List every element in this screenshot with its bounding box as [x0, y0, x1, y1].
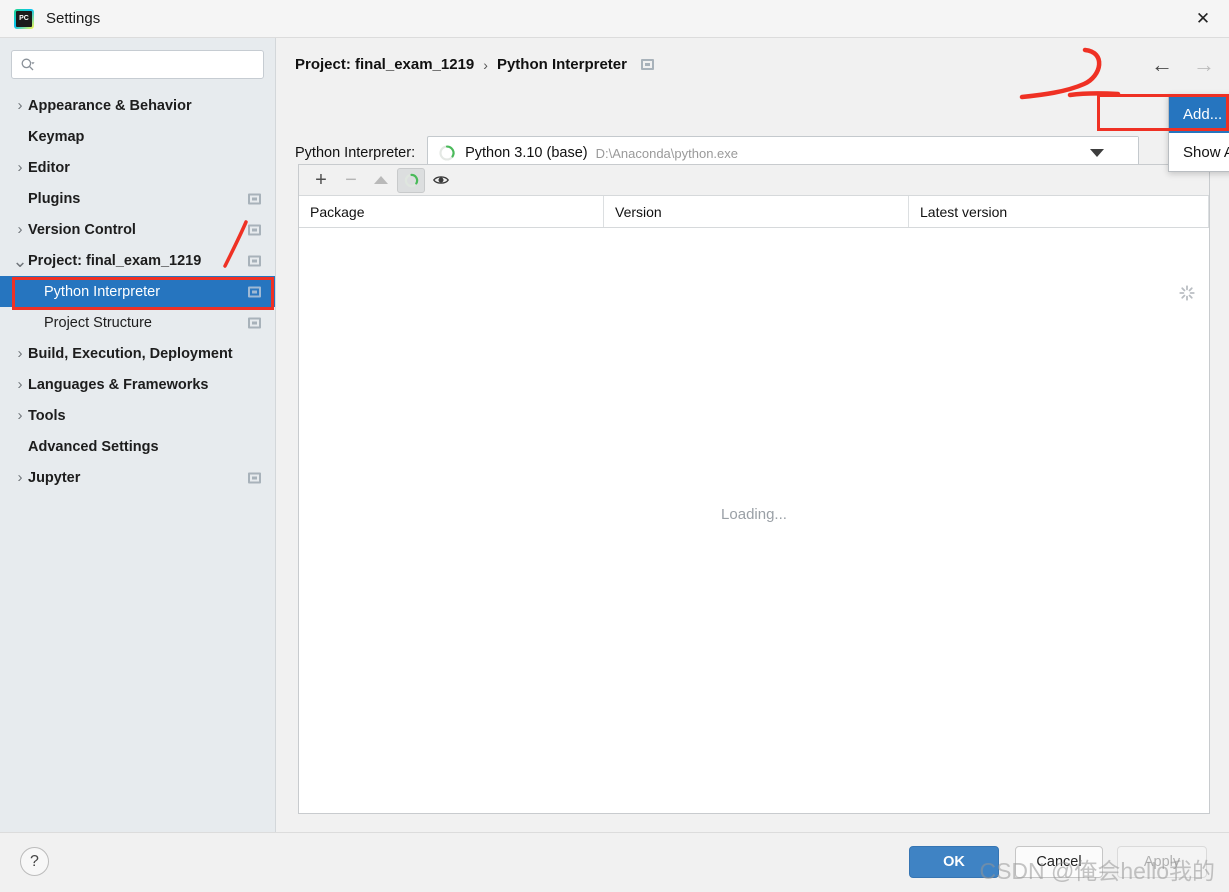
arrow-right-icon[interactable]: →: [1191, 52, 1217, 78]
window-title: Settings: [46, 10, 101, 27]
sidebar-item-label: Keymap: [28, 128, 85, 145]
eye-icon: [432, 176, 450, 184]
sidebar-item-label: Project: final_exam_1219: [28, 252, 202, 269]
chevron-down-icon: ⌄: [12, 250, 28, 271]
minus-icon: −: [345, 169, 357, 191]
chevron-right-icon: ›: [17, 221, 23, 238]
refresh-button[interactable]: [397, 167, 425, 193]
settings-tree: › Appearance & Behavior Keymap › Editor Plugi…: [0, 90, 275, 493]
project-scope-icon: [248, 472, 261, 483]
sidebar-item-label: Version Control: [28, 221, 136, 238]
sidebar-item-label: Tools: [28, 407, 66, 424]
show-early-releases-button[interactable]: [427, 168, 455, 193]
menu-item-show-all[interactable]: Show All...: [1169, 133, 1229, 171]
interpreter-label: Python Interpreter:: [295, 145, 416, 161]
project-scope-icon: [248, 286, 261, 297]
sidebar-item-label: Jupyter: [28, 469, 81, 486]
sidebar-item-version-control[interactable]: › Version Control: [0, 214, 275, 245]
interpreter-path: D:\Anaconda\python.exe: [595, 145, 739, 161]
settings-sidebar: › Appearance & Behavior Keymap › Editor Plugi…: [0, 38, 276, 832]
refresh-spinner-icon: [404, 173, 418, 187]
sidebar-item-editor[interactable]: › Editor: [0, 152, 275, 183]
dialog-footer: ? OK Cancel Apply: [0, 832, 1229, 892]
project-scope-icon: [248, 317, 261, 328]
chevron-right-icon: ›: [17, 345, 23, 362]
settings-content: Project: final_exam_1219 › Python Interp…: [277, 38, 1229, 832]
packages-toolbar: + −: [299, 165, 1209, 196]
search-input[interactable]: [40, 56, 255, 73]
upgrade-package-button[interactable]: [367, 168, 395, 193]
interpreter-dropdown-menu: Add... Show All...: [1168, 94, 1229, 172]
column-header-version[interactable]: Version: [604, 196, 909, 227]
sidebar-item-label: Advanced Settings: [28, 438, 159, 455]
column-header-latest-version[interactable]: Latest version: [909, 196, 1209, 227]
window-title-bar: Settings ✕: [0, 0, 1229, 38]
sidebar-item-label: Project Structure: [44, 314, 152, 331]
packages-panel: + − Package Version Latest version Loadi…: [298, 164, 1210, 814]
close-icon[interactable]: ✕: [1177, 0, 1229, 37]
help-question-icon[interactable]: ?: [20, 847, 49, 876]
menu-item-add[interactable]: Add...: [1169, 95, 1229, 133]
project-scope-icon: [640, 59, 654, 70]
sidebar-item-project-structure[interactable]: Project Structure: [0, 307, 275, 338]
packages-table-header: Package Version Latest version: [299, 196, 1209, 228]
chevron-down-icon: [1090, 149, 1105, 157]
sidebar-item-appearance-behavior[interactable]: › Appearance & Behavior: [0, 90, 275, 121]
breadcrumb: Project: final_exam_1219 › Python Interp…: [295, 56, 654, 73]
chevron-right-icon: ›: [17, 376, 23, 393]
sidebar-item-build-execution-deployment[interactable]: › Build, Execution, Deployment: [0, 338, 275, 369]
chevron-right-icon: ›: [17, 97, 23, 114]
packages-table-body: Loading...: [299, 228, 1209, 813]
sidebar-item-plugins[interactable]: Plugins: [0, 183, 275, 214]
loading-text: Loading...: [721, 506, 787, 523]
plus-icon: +: [315, 169, 327, 191]
ok-button[interactable]: OK: [909, 846, 999, 878]
cancel-button[interactable]: Cancel: [1015, 846, 1103, 878]
search-icon: [21, 58, 35, 70]
sidebar-item-label: Python Interpreter: [44, 283, 161, 300]
python-loading-icon: [439, 145, 455, 161]
project-scope-icon: [248, 255, 261, 266]
chevron-right-icon: ›: [17, 407, 23, 424]
uninstall-package-button[interactable]: −: [337, 168, 365, 193]
chevron-right-icon: ›: [17, 159, 23, 176]
sidebar-item-label: Build, Execution, Deployment: [28, 345, 233, 362]
project-scope-icon: [248, 224, 261, 235]
breadcrumb-current: Python Interpreter: [496, 56, 627, 73]
search-box[interactable]: [11, 50, 264, 79]
arrow-left-icon[interactable]: ←: [1149, 52, 1175, 78]
settings-dialog: Settings ✕ ›Appearance & BehaviorKeymap›…: [0, 0, 1229, 892]
sidebar-item-keymap[interactable]: Keymap: [0, 121, 275, 152]
sidebar-item-jupyter[interactable]: › Jupyter: [0, 462, 275, 493]
sidebar-item-advanced-settings[interactable]: Advanced Settings: [0, 431, 275, 462]
sidebar-item-label: Languages & Frameworks: [28, 376, 209, 393]
sidebar-item-label: Plugins: [28, 190, 81, 207]
loading-spinner-icon: [1179, 285, 1195, 301]
interpreter-name: Python 3.10 (base): [465, 145, 588, 161]
sidebar-item-project-final-exam-1219[interactable]: ⌄ Project: final_exam_1219: [0, 245, 275, 276]
navigation-arrows: ← →: [1149, 52, 1217, 78]
chevron-right-icon: ›: [17, 469, 23, 486]
sidebar-item-languages-frameworks[interactable]: › Languages & Frameworks: [0, 369, 275, 400]
sidebar-item-label: Editor: [28, 159, 70, 176]
install-package-button[interactable]: +: [307, 168, 335, 193]
breadcrumb-parent[interactable]: Project: final_exam_1219: [295, 56, 474, 73]
apply-button[interactable]: Apply: [1117, 846, 1207, 878]
column-header-package[interactable]: Package: [299, 196, 604, 227]
sidebar-item-label: Appearance & Behavior: [28, 97, 192, 114]
pycharm-logo-icon: [14, 8, 34, 29]
arrow-up-icon: [374, 176, 388, 184]
project-scope-icon: [248, 193, 261, 204]
breadcrumb-separator: ›: [483, 56, 488, 73]
sidebar-item-python-interpreter[interactable]: Python Interpreter: [0, 276, 275, 307]
sidebar-item-tools[interactable]: › Tools: [0, 400, 275, 431]
